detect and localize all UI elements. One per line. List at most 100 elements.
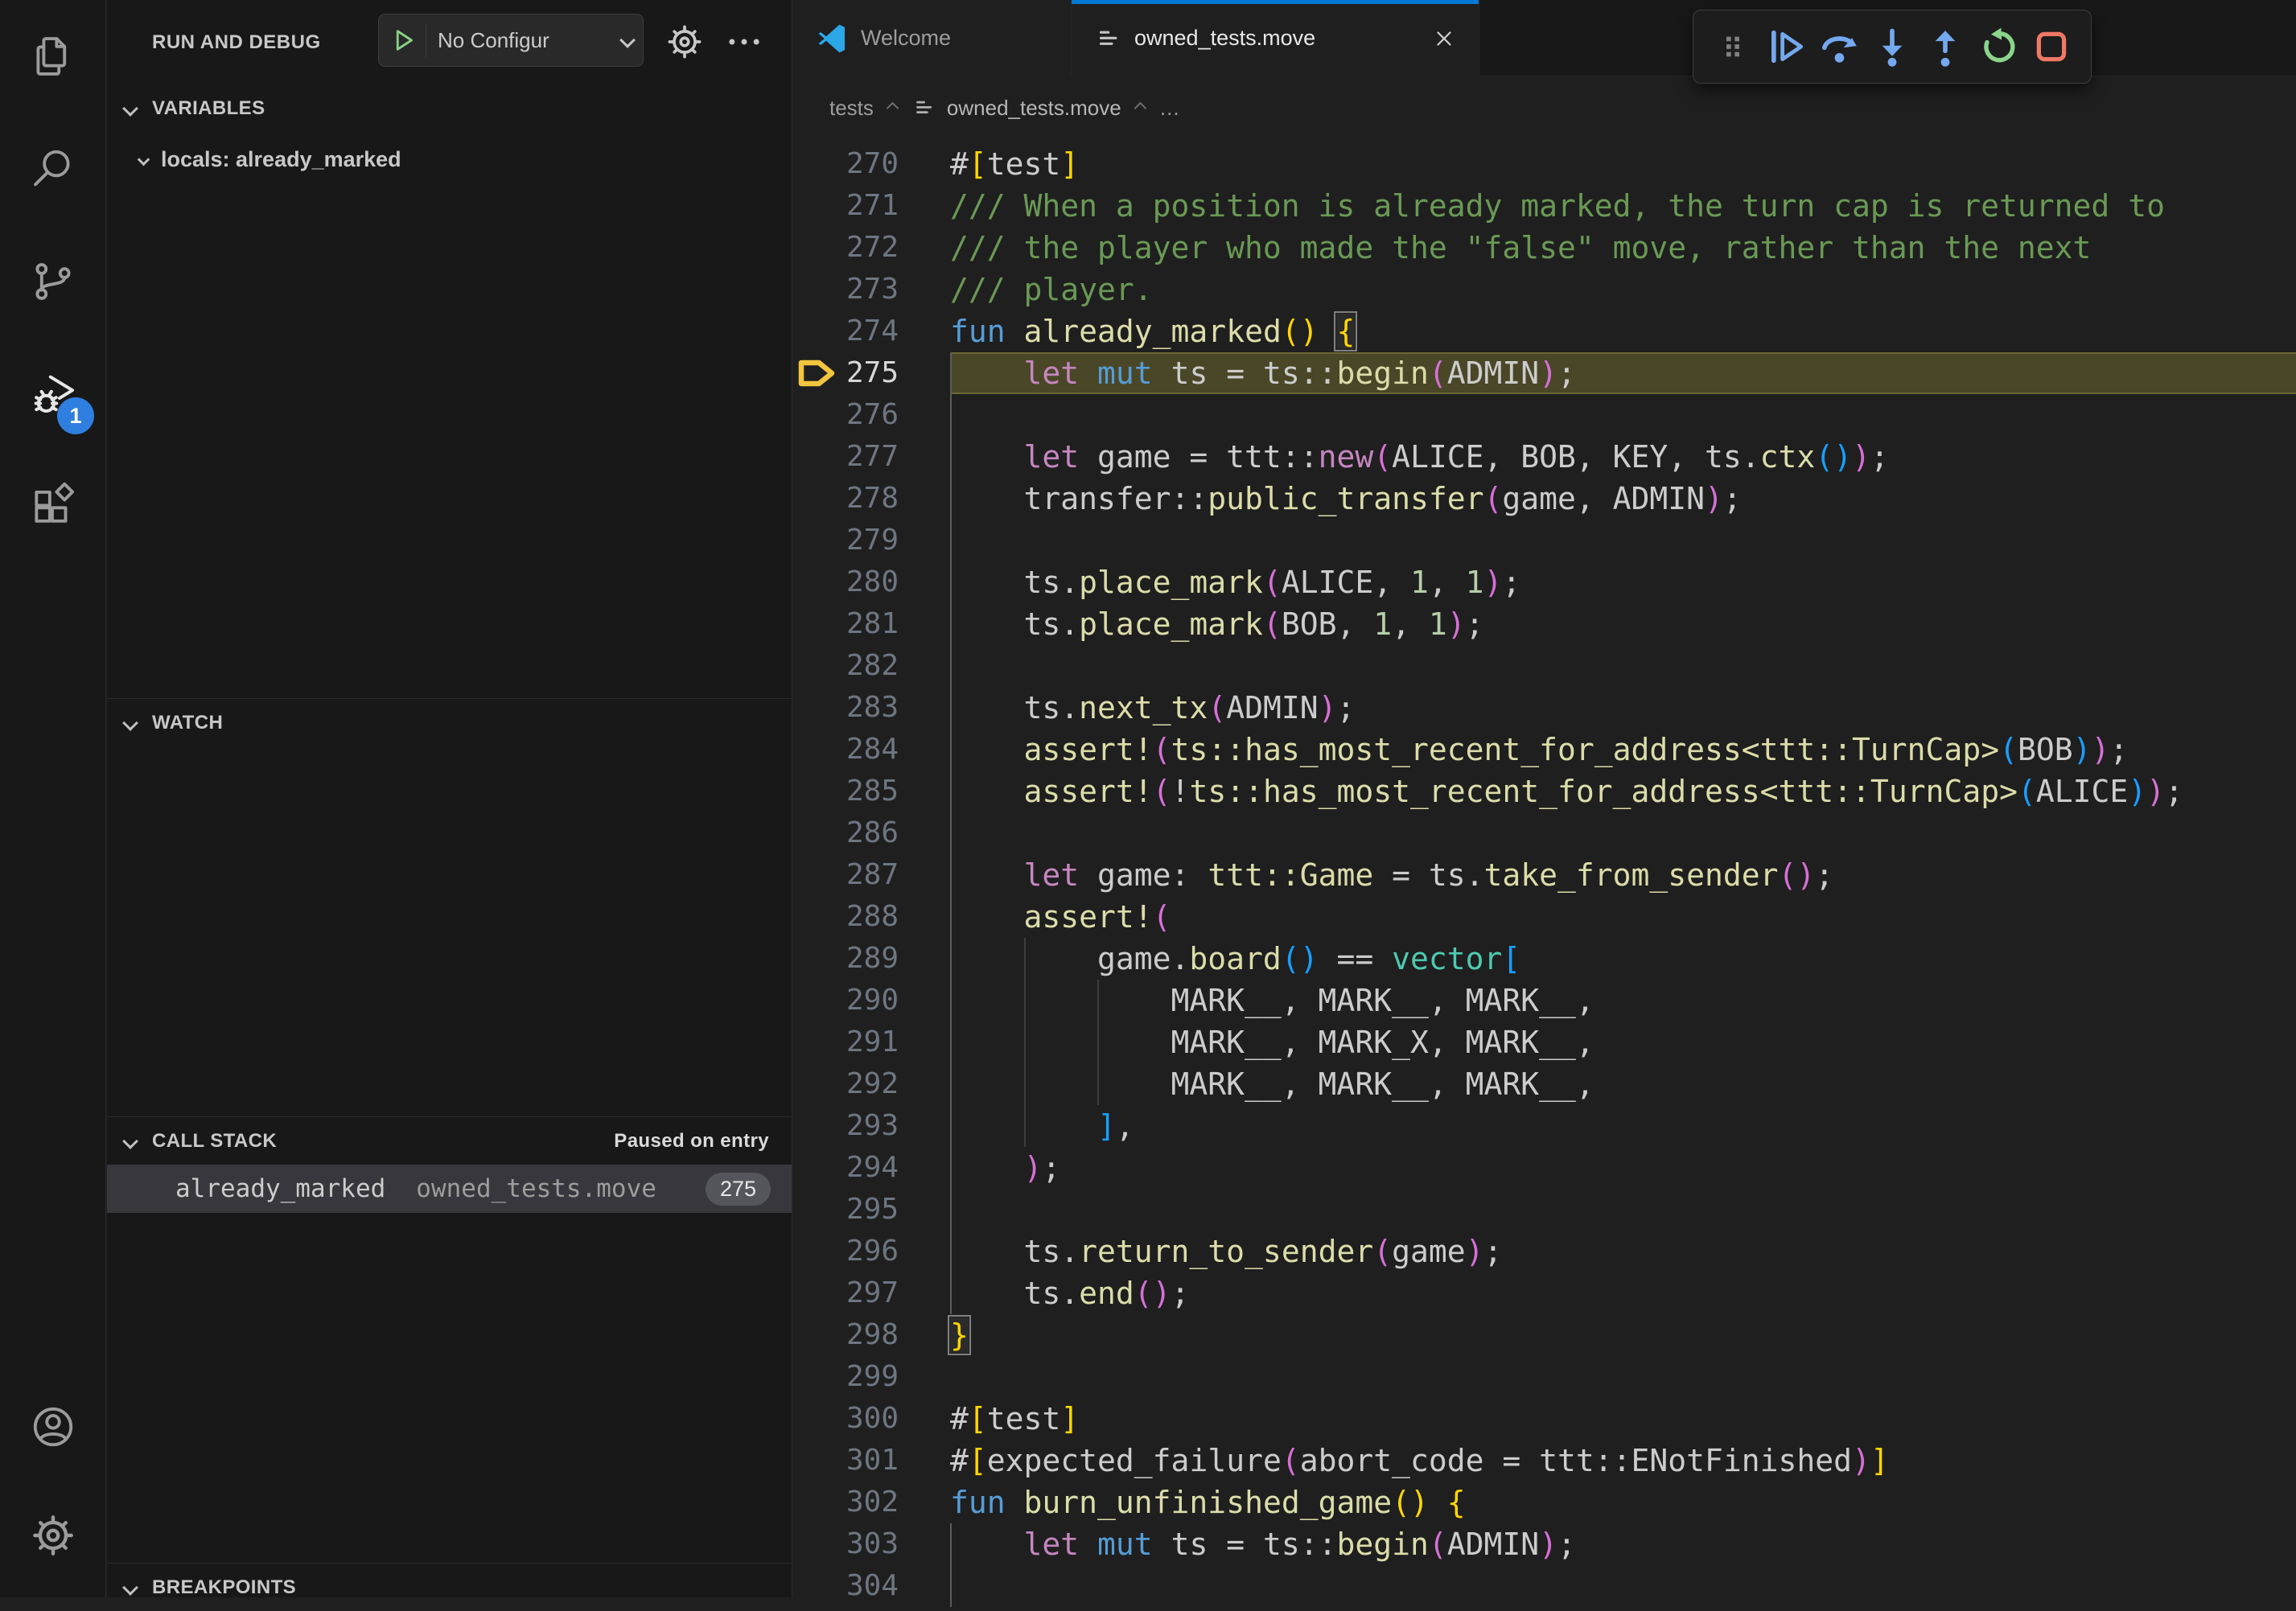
code-line-303[interactable]: 303 let mut ts = ts::begin(ADMIN); bbox=[793, 1523, 2296, 1565]
line-number[interactable]: 279 bbox=[846, 520, 893, 561]
code-line-302[interactable]: 302fun burn_unfinished_game() { bbox=[793, 1482, 2296, 1523]
code-line-300[interactable]: 300#[test] bbox=[793, 1398, 2296, 1440]
line-number[interactable]: 272 bbox=[846, 227, 893, 269]
line-number[interactable]: 274 bbox=[846, 310, 893, 352]
line-number[interactable]: 303 bbox=[846, 1523, 893, 1565]
debug-config-dropdown[interactable]: No Configur bbox=[378, 14, 644, 67]
settings-gear-icon[interactable] bbox=[0, 1481, 105, 1589]
extensions-icon[interactable] bbox=[0, 450, 105, 563]
code-line-304[interactable]: 304 bbox=[793, 1565, 2296, 1607]
code-line-272[interactable]: 272/// the player who made the "false" m… bbox=[793, 227, 2296, 269]
code-line-277[interactable]: 277 let game = ttt::new(ALICE, BOB, KEY,… bbox=[793, 436, 2296, 478]
code-line-298[interactable]: 298} bbox=[793, 1314, 2296, 1356]
breadcrumb-item-folder[interactable]: tests bbox=[829, 96, 874, 121]
line-number[interactable]: 278 bbox=[846, 478, 893, 520]
line-number[interactable]: 286 bbox=[846, 812, 893, 854]
stop-icon[interactable] bbox=[2025, 21, 2078, 72]
line-number[interactable]: 275 bbox=[846, 352, 893, 394]
start-debug-icon[interactable] bbox=[389, 26, 418, 55]
breadcrumb-item-symbol[interactable]: … bbox=[1159, 96, 1180, 121]
line-number[interactable]: 284 bbox=[846, 729, 893, 771]
line-number[interactable]: 299 bbox=[846, 1356, 893, 1398]
code-line-292[interactable]: 292 MARK__, MARK__, MARK__, bbox=[793, 1063, 2296, 1105]
drag-grip-icon[interactable] bbox=[1706, 21, 1759, 72]
code-line-283[interactable]: 283 ts.next_tx(ADMIN); bbox=[793, 687, 2296, 729]
line-number[interactable]: 287 bbox=[846, 854, 893, 896]
code-line-288[interactable]: 288 assert!( bbox=[793, 896, 2296, 938]
code-line-296[interactable]: 296 ts.return_to_sender(game); bbox=[793, 1231, 2296, 1272]
line-number[interactable]: 288 bbox=[846, 896, 893, 938]
variables-section-header[interactable]: VARIABLES bbox=[107, 84, 792, 133]
explorer-icon[interactable] bbox=[0, 0, 105, 113]
tab-welcome[interactable]: Welcome bbox=[793, 0, 1072, 76]
code-line-282[interactable]: 282 bbox=[793, 645, 2296, 687]
code-line-278[interactable]: 278 transfer::public_transfer(game, ADMI… bbox=[793, 478, 2296, 520]
line-number[interactable]: 271 bbox=[846, 185, 893, 227]
code-line-280[interactable]: 280 ts.place_mark(ALICE, 1, 1); bbox=[793, 561, 2296, 603]
call-stack-frame-row[interactable]: already_marked owned_tests.move 275 bbox=[107, 1165, 792, 1213]
step-out-icon[interactable] bbox=[1919, 21, 1972, 72]
code-line-275[interactable]: 275 let mut ts = ts::begin(ADMIN); bbox=[793, 352, 2296, 394]
line-number[interactable]: 302 bbox=[846, 1482, 893, 1523]
line-number[interactable]: 270 bbox=[846, 143, 893, 185]
source-control-icon[interactable] bbox=[0, 225, 105, 338]
code-line-293[interactable]: 293 ], bbox=[793, 1105, 2296, 1147]
code-line-285[interactable]: 285 assert!(!ts::has_most_recent_for_add… bbox=[793, 771, 2296, 812]
line-number[interactable]: 290 bbox=[846, 980, 893, 1021]
continue-icon[interactable] bbox=[1759, 21, 1813, 72]
search-icon[interactable] bbox=[0, 113, 105, 225]
code-line-295[interactable]: 295 bbox=[793, 1189, 2296, 1231]
code-line-290[interactable]: 290 MARK__, MARK__, MARK__, bbox=[793, 980, 2296, 1021]
line-number[interactable]: 282 bbox=[846, 645, 893, 687]
breakpoints-section-header[interactable]: BREAKPOINTS bbox=[107, 1563, 792, 1611]
line-number[interactable]: 298 bbox=[846, 1314, 893, 1356]
line-number[interactable]: 304 bbox=[846, 1565, 893, 1607]
restart-icon[interactable] bbox=[1972, 21, 2025, 72]
account-icon[interactable] bbox=[0, 1372, 105, 1481]
line-number[interactable]: 296 bbox=[846, 1231, 893, 1272]
code-line-287[interactable]: 287 let game: ttt::Game = ts.take_from_s… bbox=[793, 854, 2296, 896]
code-line-291[interactable]: 291 MARK__, MARK_X, MARK__, bbox=[793, 1021, 2296, 1063]
debug-settings-gear-icon[interactable] bbox=[664, 21, 706, 67]
code-line-276[interactable]: 276 bbox=[793, 394, 2296, 436]
line-number[interactable]: 300 bbox=[846, 1398, 893, 1440]
code-line-297[interactable]: 297 ts.end(); bbox=[793, 1272, 2296, 1314]
line-number[interactable]: 281 bbox=[846, 603, 893, 645]
line-number[interactable]: 292 bbox=[846, 1063, 893, 1105]
code-line-270[interactable]: 270#[test] bbox=[793, 143, 2296, 185]
code-line-289[interactable]: 289 game.board() == vector[ bbox=[793, 938, 2296, 980]
line-number[interactable]: 297 bbox=[846, 1272, 893, 1314]
line-number[interactable]: 289 bbox=[846, 938, 893, 980]
step-into-icon[interactable] bbox=[1866, 21, 1919, 72]
step-over-icon[interactable] bbox=[1813, 21, 1866, 72]
call-stack-section-header[interactable]: CALL STACK Paused on entry bbox=[107, 1116, 792, 1165]
code-line-279[interactable]: 279 bbox=[793, 520, 2296, 561]
line-number[interactable]: 277 bbox=[846, 436, 893, 478]
line-number[interactable]: 283 bbox=[846, 687, 893, 729]
close-icon[interactable] bbox=[1432, 27, 1456, 51]
code-line-274[interactable]: 274fun already_marked() { bbox=[793, 310, 2296, 352]
code-line-281[interactable]: 281 ts.place_mark(BOB, 1, 1); bbox=[793, 603, 2296, 645]
code-line-273[interactable]: 273/// player. bbox=[793, 269, 2296, 310]
code-line-299[interactable]: 299 bbox=[793, 1356, 2296, 1398]
code-line-294[interactable]: 294 ); bbox=[793, 1147, 2296, 1189]
line-number[interactable]: 276 bbox=[846, 394, 893, 436]
tab-owned-tests-move[interactable]: owned_tests.move bbox=[1072, 0, 1479, 76]
more-actions-icon[interactable] bbox=[723, 21, 765, 67]
line-number[interactable]: 291 bbox=[846, 1021, 893, 1063]
code-line-286[interactable]: 286 bbox=[793, 812, 2296, 854]
breadcrumb-item-file[interactable]: owned_tests.move bbox=[947, 96, 1121, 121]
line-number[interactable]: 285 bbox=[846, 771, 893, 812]
code-line-284[interactable]: 284 assert!(ts::has_most_recent_for_addr… bbox=[793, 729, 2296, 771]
watch-section-header[interactable]: WATCH bbox=[107, 698, 792, 746]
variables-scope-locals[interactable]: locals: already_marked bbox=[107, 134, 792, 184]
line-number[interactable]: 280 bbox=[846, 561, 893, 603]
code-line-271[interactable]: 271/// When a position is already marked… bbox=[793, 185, 2296, 227]
line-number[interactable]: 273 bbox=[846, 269, 893, 310]
line-number[interactable]: 301 bbox=[846, 1440, 893, 1482]
code-line-301[interactable]: 301#[expected_failure(abort_code = ttt::… bbox=[793, 1440, 2296, 1482]
code-editor[interactable]: 270#[test]271/// When a position is alre… bbox=[793, 139, 2296, 1597]
line-number[interactable]: 295 bbox=[846, 1189, 893, 1231]
line-number[interactable]: 293 bbox=[846, 1105, 893, 1147]
line-number[interactable]: 294 bbox=[846, 1147, 893, 1189]
